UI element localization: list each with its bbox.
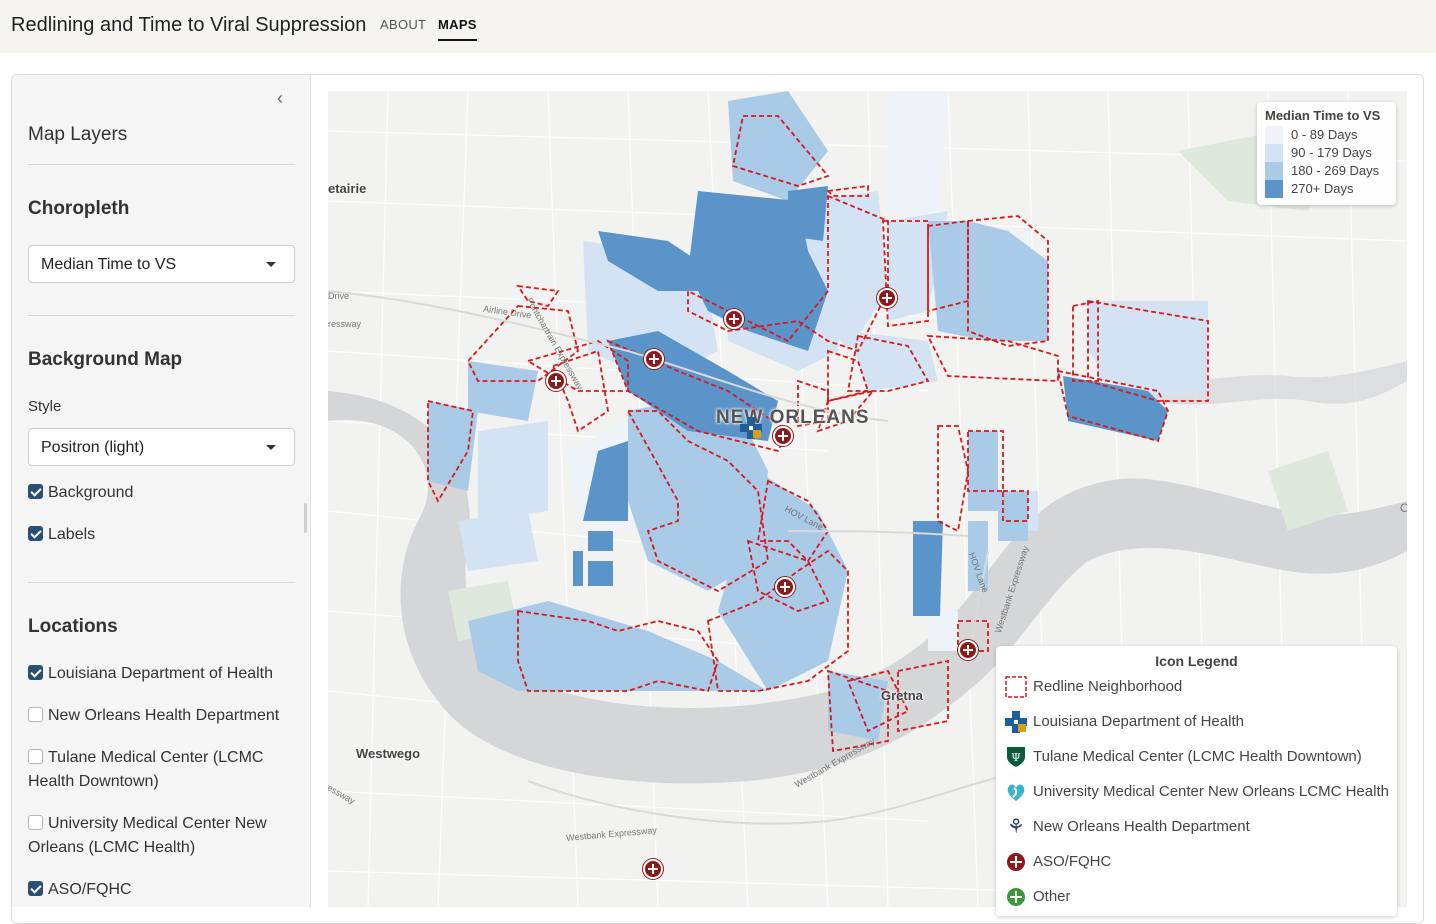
redline-box-icon — [1004, 675, 1028, 699]
tulane-shield-icon: Ψ — [1004, 745, 1028, 769]
nav-maps[interactable]: MAPS — [438, 17, 477, 41]
place-gretna: Gretna — [881, 688, 923, 703]
legend-swatch-2 — [1265, 162, 1283, 180]
nav-about[interactable]: ABOUT — [380, 17, 426, 32]
sidebar-scrollbar[interactable] — [304, 503, 307, 533]
icon-legend-label: New Orleans Health Department — [1033, 818, 1250, 835]
locations-heading: Locations — [28, 616, 118, 637]
aso-fqhc-marker[interactable] — [643, 859, 663, 879]
caret-down-icon — [266, 445, 276, 450]
legend-row: 270+ Days — [1265, 180, 1388, 198]
location-label: University Medical Center New Orleans (L… — [28, 815, 267, 856]
location-label: Tulane Medical Center (LCMC Health Downt… — [28, 749, 264, 790]
red-cross-icon — [1004, 850, 1028, 874]
legend-label: 0 - 89 Days — [1291, 127, 1358, 142]
aso-fqhc-marker[interactable] — [958, 640, 978, 660]
style-select[interactable]: Positron (light) — [28, 428, 295, 466]
legend-row: 90 - 179 Days — [1265, 144, 1388, 162]
map-layers-heading: Map Layers — [28, 124, 128, 145]
legend-swatch-0 — [1265, 126, 1283, 144]
icon-legend-row: Redline Neighborhood — [1004, 674, 1182, 700]
background-toggle[interactable]: Background — [28, 481, 293, 505]
choropleth-heading: Choropleth — [28, 198, 130, 219]
location-ldh-toggle[interactable]: Louisiana Department of Health — [28, 662, 293, 686]
caret-down-icon — [266, 262, 276, 267]
divider — [28, 164, 295, 165]
icon-legend-title: Icon Legend — [1155, 653, 1238, 669]
app-title: Redlining and Time to Viral Suppression — [11, 14, 367, 36]
background-toggle-label: Background — [48, 484, 134, 501]
location-nohd-toggle[interactable]: New Orleans Health Department — [28, 704, 293, 728]
legend-label: 180 - 269 Days — [1291, 163, 1380, 178]
icon-legend-label: Redline Neighborhood — [1033, 678, 1183, 695]
legend-label: 90 - 179 Days — [1291, 145, 1372, 160]
icon-legend-label: Other — [1033, 888, 1071, 905]
legend-label: 270+ Days — [1291, 181, 1354, 196]
icon-legend-label: ASO/FQHC — [1033, 853, 1112, 870]
road-far-right: C — [1400, 501, 1407, 515]
aso-fqhc-marker[interactable] — [644, 349, 664, 369]
choropleth-legend: Median Time to VS 0 - 89 Days 90 - 179 D… — [1257, 102, 1396, 205]
location-label: ASO/FQHC — [48, 881, 132, 898]
umc-heart-icon — [1004, 780, 1028, 804]
background-map-heading: Background Map — [28, 349, 183, 370]
ldh-cross-icon — [1004, 710, 1028, 734]
location-aso-toggle[interactable]: ASO/FQHC — [28, 878, 293, 902]
location-tulane-toggle[interactable]: Tulane Medical Center (LCMC Health Downt… — [28, 746, 293, 794]
checkbox-checked[interactable] — [28, 484, 43, 499]
choropleth-select-value: Median Time to VS — [41, 256, 177, 273]
icon-legend: Icon Legend Redline Neighborhood Louisia… — [996, 646, 1397, 916]
fleur-de-lis-icon: ⚘ — [1007, 816, 1025, 839]
icon-legend-row: University Medical Center New Orleans LC… — [1004, 779, 1389, 805]
legend-swatch-1 — [1265, 144, 1283, 162]
labels-toggle-label: Labels — [48, 526, 96, 543]
icon-legend-row: Louisiana Department of Health — [1004, 709, 1244, 735]
aso-fqhc-marker[interactable] — [775, 577, 795, 597]
location-umc-toggle[interactable]: University Medical Center New Orleans (L… — [28, 812, 293, 860]
style-select-value: Positron (light) — [41, 439, 145, 456]
icon-legend-row: Ψ Tulane Medical Center (LCMC Health Dow… — [1004, 744, 1362, 770]
choropleth-select[interactable]: Median Time to VS — [28, 245, 295, 283]
legend-row: 0 - 89 Days — [1265, 126, 1388, 144]
green-cross-icon — [1004, 885, 1028, 909]
chevron-left-icon[interactable]: ‹ — [272, 88, 288, 108]
icon-legend-row: Other — [1004, 884, 1071, 910]
svg-text:Ψ: Ψ — [1011, 751, 1021, 764]
legend-title: Median Time to VS — [1265, 108, 1381, 123]
style-label: Style — [28, 398, 62, 415]
aso-fqhc-marker[interactable] — [877, 288, 897, 308]
location-label: Louisiana Department of Health — [48, 665, 274, 682]
place-westwego: Westwego — [356, 746, 421, 761]
checkbox-unchecked[interactable] — [28, 815, 43, 830]
checkbox-unchecked[interactable] — [28, 707, 43, 722]
aso-fqhc-marker[interactable] — [773, 426, 793, 446]
icon-legend-label: Tulane Medical Center (LCMC Health Downt… — [1033, 748, 1362, 765]
labels-toggle[interactable]: Labels — [28, 523, 293, 547]
legend-row: 180 - 269 Days — [1265, 162, 1388, 180]
divider — [28, 315, 295, 316]
checkbox-checked[interactable] — [28, 526, 43, 541]
icon-legend-label: University Medical Center New Orleans LC… — [1033, 783, 1389, 800]
icon-legend-row: ⚘ New Orleans Health Department — [1004, 814, 1250, 840]
icon-legend-row: ASO/FQHC — [1004, 849, 1111, 875]
road-expressway-west: ressway — [328, 319, 362, 329]
checkbox-checked[interactable] — [28, 881, 43, 896]
aso-fqhc-marker[interactable] — [546, 371, 566, 391]
divider — [28, 582, 295, 583]
road-drive: Drive — [328, 291, 350, 301]
ldh-cross-icon[interactable] — [740, 417, 762, 439]
checkbox-checked[interactable] — [28, 665, 43, 680]
aso-fqhc-marker[interactable] — [724, 309, 744, 329]
place-metairie: etairie — [328, 181, 367, 196]
top-bar: Redlining and Time to Viral Suppression … — [0, 0, 1436, 53]
checkbox-unchecked[interactable] — [28, 749, 43, 764]
icon-legend-label: Louisiana Department of Health — [1033, 713, 1244, 730]
location-label: New Orleans Health Department — [48, 707, 280, 724]
legend-swatch-3 — [1265, 180, 1283, 198]
